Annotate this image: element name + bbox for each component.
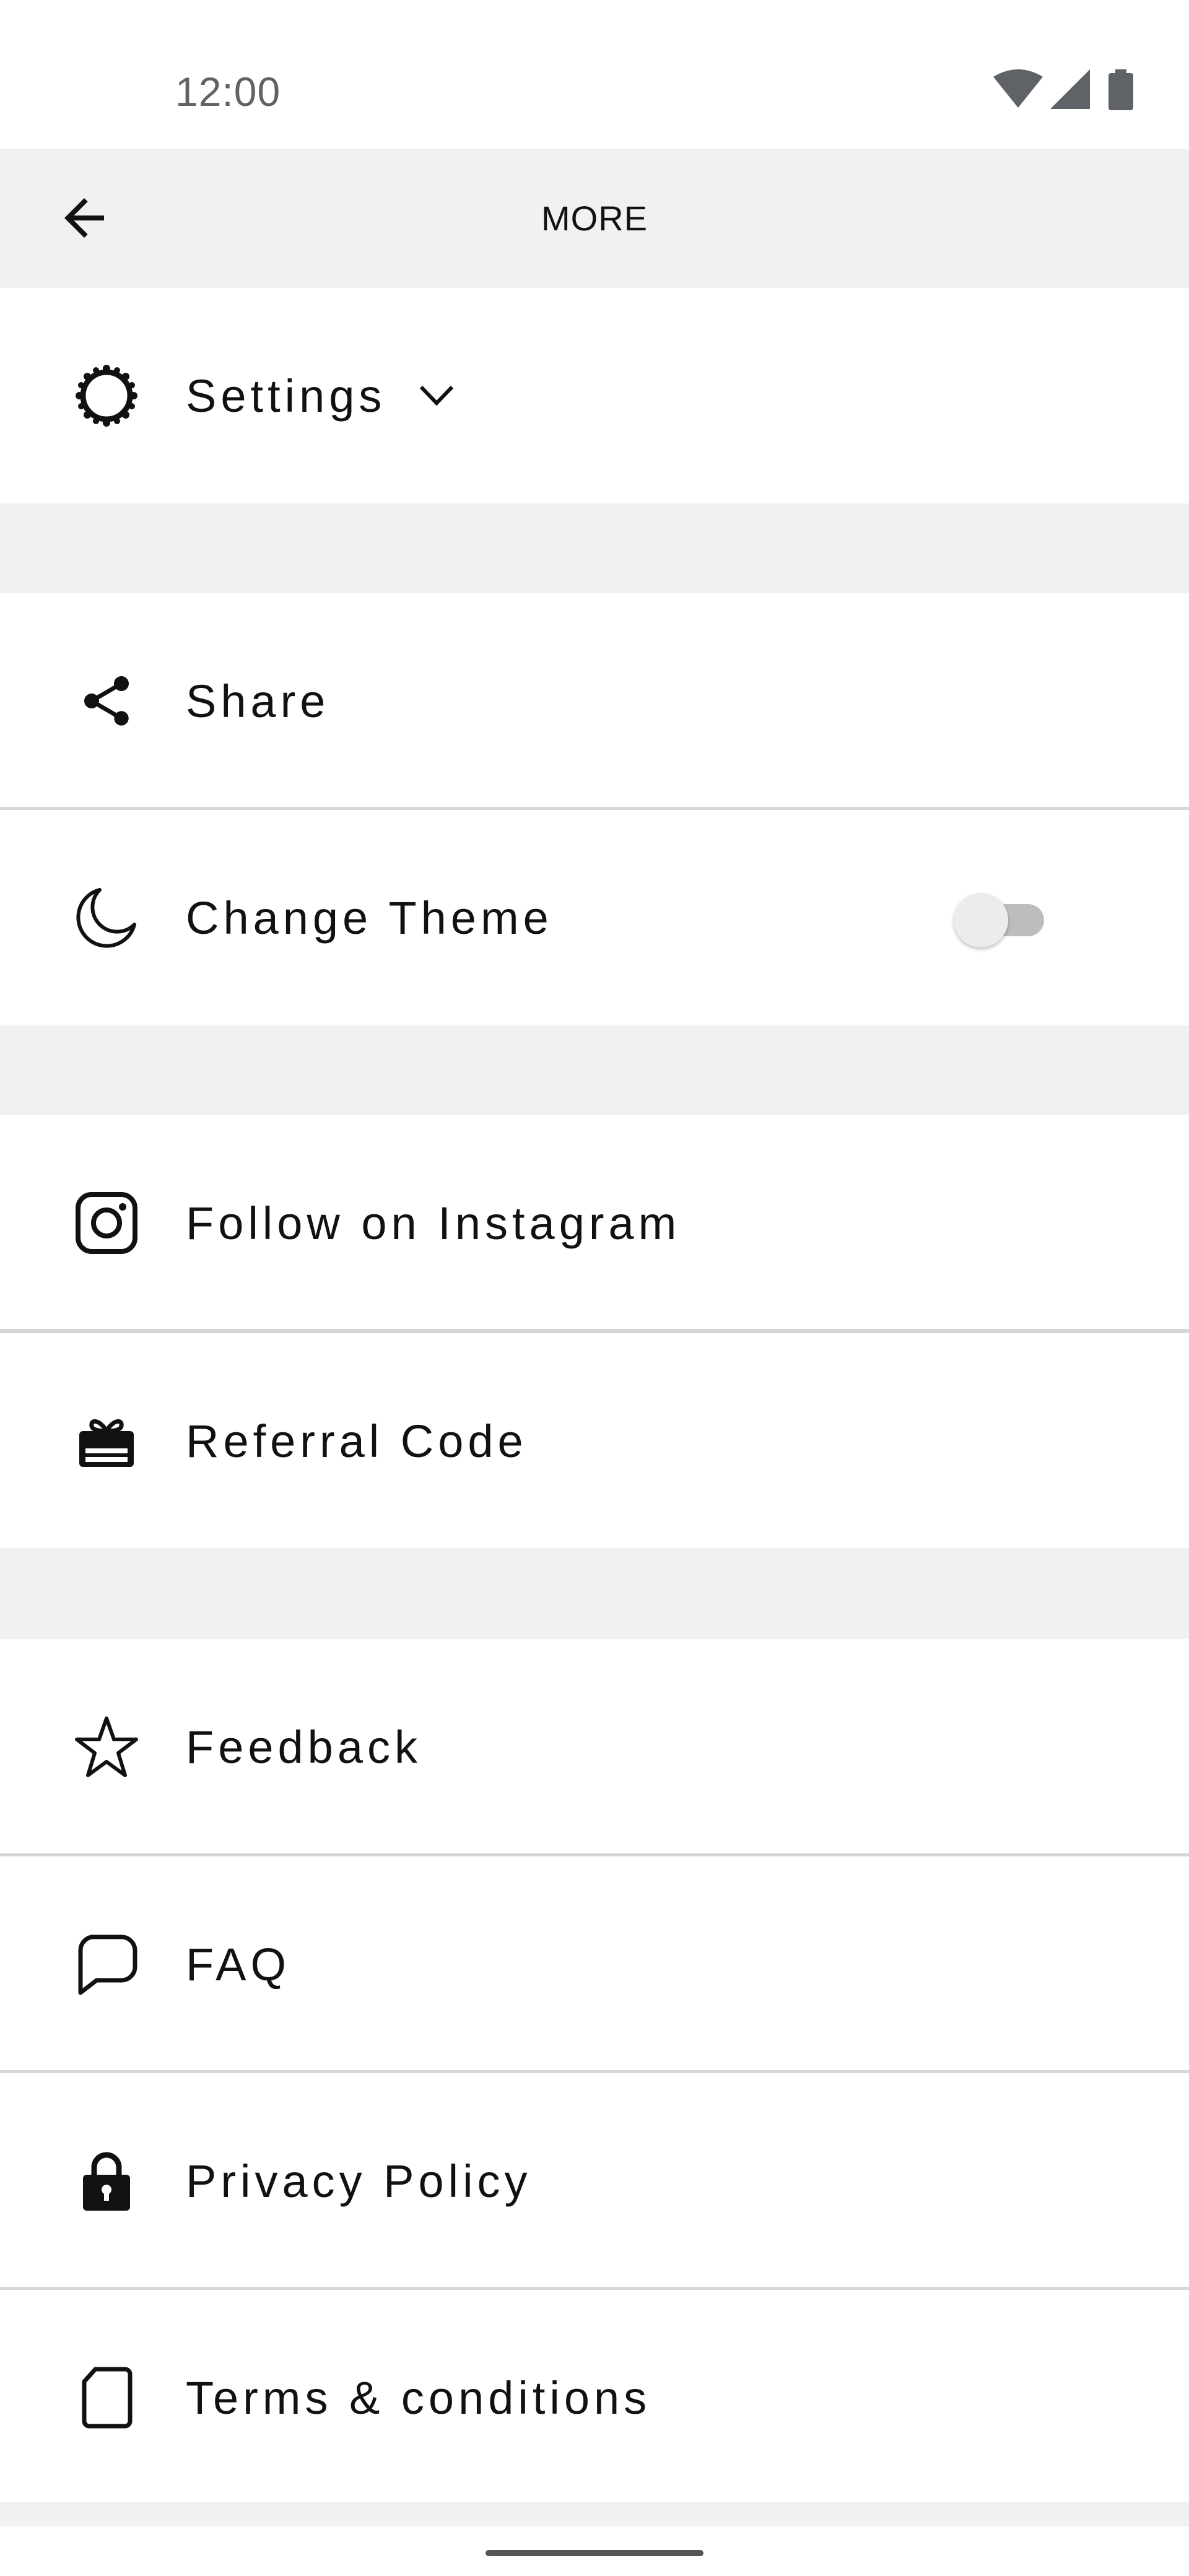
page-title: MORE xyxy=(541,199,648,238)
lock-icon xyxy=(69,2144,144,2218)
menu-item-label: Feedback xyxy=(186,1721,422,1773)
menu-item-label: Settings xyxy=(186,370,386,422)
menu-item-feedback[interactable]: Feedback xyxy=(0,1639,1189,1855)
menu-item-label: Referral Code xyxy=(186,1415,528,1467)
menu-item-label: Change Theme xyxy=(186,892,553,944)
status-time: 12:00 xyxy=(175,69,281,115)
menu-item-referral-code[interactable]: Referral Code xyxy=(0,1333,1189,1548)
toggle-thumb xyxy=(954,893,1008,947)
menu-item-terms[interactable]: Terms & conditions xyxy=(0,2290,1189,2502)
menu-item-label: Follow on Instagram xyxy=(186,1197,681,1249)
theme-toggle[interactable] xyxy=(954,889,1053,949)
chevron-down-icon[interactable] xyxy=(416,375,457,416)
menu-item-label: Terms & conditions xyxy=(186,2372,651,2424)
section-gap xyxy=(0,1548,1189,1639)
menu-item-faq[interactable]: FAQ xyxy=(0,1856,1189,2072)
menu-item-label: FAQ xyxy=(186,1938,291,1990)
divider xyxy=(0,1329,1189,1333)
menu-item-change-theme[interactable]: Change Theme xyxy=(0,810,1189,1025)
app-bar: MORE xyxy=(0,149,1189,288)
back-button[interactable] xyxy=(45,178,124,258)
section-gap xyxy=(0,503,1189,593)
battery-icon xyxy=(1108,69,1133,110)
section-gap xyxy=(0,2502,1189,2526)
document-icon xyxy=(69,2361,144,2435)
arrow-back-icon xyxy=(64,198,104,238)
moon-icon xyxy=(69,881,144,955)
gear-icon xyxy=(69,359,144,433)
section-gap xyxy=(0,1025,1189,1115)
instagram-icon xyxy=(69,1186,144,1260)
home-indicator[interactable] xyxy=(486,2550,703,2556)
menu-item-privacy-policy[interactable]: Privacy Policy xyxy=(0,2073,1189,2289)
star-icon xyxy=(69,1710,144,1784)
gift-card-icon xyxy=(69,1404,144,1478)
status-bar: 12:00 xyxy=(0,0,1189,149)
menu-item-settings[interactable]: Settings xyxy=(0,288,1189,503)
menu-item-label: Privacy Policy xyxy=(186,2155,532,2207)
cellular-signal-icon xyxy=(1050,69,1090,109)
menu-item-share[interactable]: Share xyxy=(0,593,1189,809)
chat-bubble-icon xyxy=(69,1927,144,2001)
menu-item-instagram[interactable]: Follow on Instagram xyxy=(0,1115,1189,1331)
menu-item-label: Share xyxy=(186,675,330,727)
wifi-icon xyxy=(993,69,1043,108)
share-icon xyxy=(69,664,144,738)
